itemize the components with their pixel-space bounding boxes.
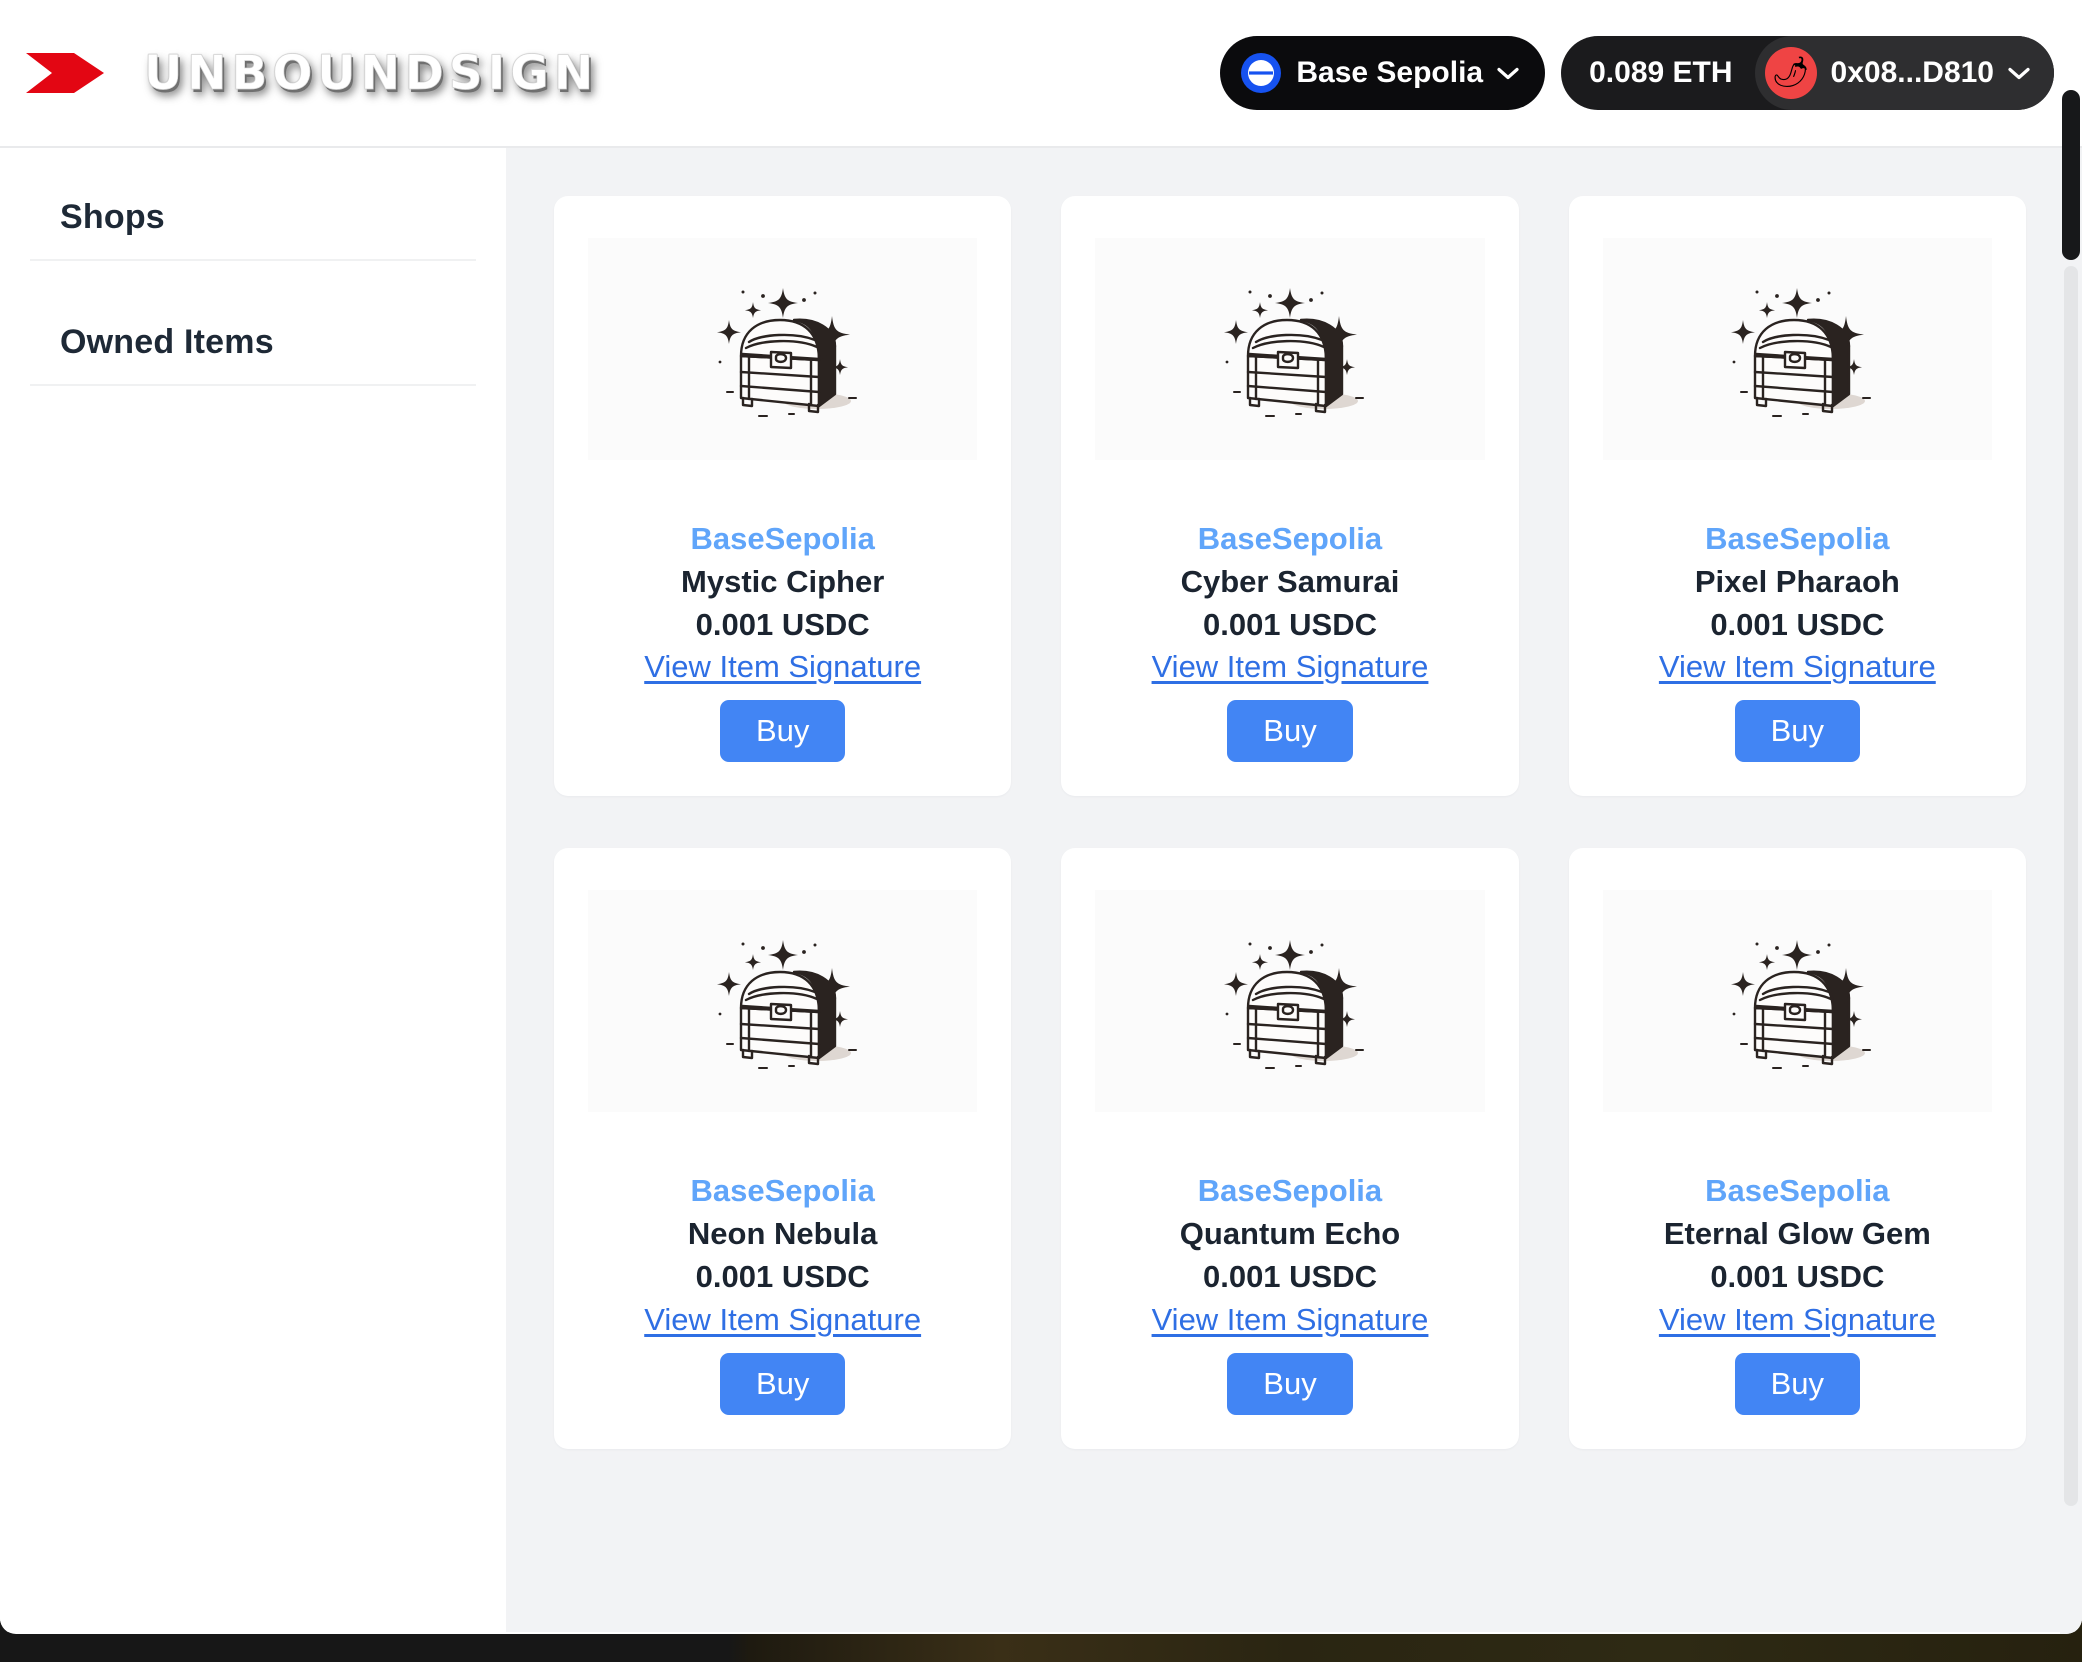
- buy-button[interactable]: Buy: [719, 1352, 846, 1415]
- item-price: 0.001 USDC: [1710, 606, 1885, 642]
- sidebar-item-shops[interactable]: Shops: [30, 176, 476, 261]
- treasure-chest-icon: [1731, 288, 1872, 417]
- item-name: Mystic Cipher: [681, 563, 885, 599]
- network-label: Base Sepolia: [1296, 56, 1484, 89]
- sidebar-item-owned-items[interactable]: Owned Items: [30, 301, 476, 386]
- item-price: 0.001 USDC: [1202, 606, 1377, 642]
- item-name: Cyber Samurai: [1180, 563, 1400, 599]
- chevron-down-icon: [1497, 67, 1519, 79]
- view-item-signature-link[interactable]: View Item Signature: [644, 1301, 921, 1339]
- item-thumbnail: [588, 890, 978, 1113]
- treasure-chest-icon: [716, 940, 857, 1070]
- treasure-chest-icon: [1731, 940, 1872, 1070]
- view-item-signature-link[interactable]: View Item Signature: [1659, 648, 1936, 686]
- buy-button[interactable]: Buy: [719, 700, 846, 763]
- item-name: Pixel Pharaoh: [1694, 563, 1900, 599]
- buy-button[interactable]: Buy: [1227, 1352, 1353, 1415]
- header-actions: Base Sepolia 0.089 ETH 🌶 0x08...D810: [1220, 36, 2054, 110]
- item-price: 0.001 USDC: [1202, 1258, 1377, 1294]
- content-area: BaseSepolia Mystic Cipher 0.001 USDC Vie…: [506, 148, 2082, 1632]
- item-card: BaseSepolia Cyber Samurai 0.001 USDC Vie…: [1061, 196, 1519, 797]
- item-thumbnail: [1095, 238, 1485, 460]
- brand-name: UNBOUNDSIGN: [144, 45, 599, 101]
- item-network-label: BaseSepolia: [1197, 1173, 1383, 1209]
- app-header: UNBOUNDSIGN Base Sepolia 0.089 ETH 🌶 0x0: [0, 0, 2082, 148]
- app-body: Shops Owned Items BaseSepolia Mystic Cip…: [0, 148, 2082, 1632]
- item-network-label: BaseSepolia: [1705, 1173, 1890, 1209]
- wallet-address-chip[interactable]: 🌶 0x08...D810: [1754, 36, 2054, 110]
- item-card: BaseSepolia Neon Nebula 0.001 USDC View …: [554, 848, 1012, 1449]
- item-price: 0.001 USDC: [1710, 1258, 1885, 1294]
- item-price: 0.001 USDC: [695, 606, 870, 642]
- item-name: Neon Nebula: [687, 1216, 878, 1252]
- scrollbar-track[interactable]: [2064, 266, 2078, 1506]
- view-item-signature-link[interactable]: View Item Signature: [1659, 1301, 1936, 1339]
- wallet-balance: 0.089 ETH: [1589, 56, 1733, 89]
- view-item-signature-link[interactable]: View Item Signature: [644, 648, 921, 686]
- item-thumbnail: [1602, 238, 1992, 460]
- buy-button[interactable]: Buy: [1734, 700, 1861, 763]
- treasure-chest-icon: [1223, 940, 1364, 1070]
- treasure-chest-icon: [716, 288, 857, 417]
- treasure-chest-icon: [1223, 288, 1364, 417]
- scrollbar-thumb[interactable]: [2062, 90, 2080, 260]
- item-grid: BaseSepolia Mystic Cipher 0.001 USDC Vie…: [554, 196, 2026, 1449]
- item-name: Eternal Glow Gem: [1663, 1216, 1931, 1252]
- item-thumbnail: [1602, 890, 1992, 1113]
- network-selector[interactable]: Base Sepolia: [1220, 36, 1546, 110]
- sidebar-item-label: Shops: [60, 198, 165, 236]
- item-card: BaseSepolia Pixel Pharaoh 0.001 USDC Vie…: [1568, 196, 2026, 797]
- item-network-label: BaseSepolia: [1705, 521, 1890, 556]
- item-card: BaseSepolia Mystic Cipher 0.001 USDC Vie…: [554, 196, 1012, 797]
- item-price: 0.001 USDC: [695, 1258, 870, 1294]
- chili-pepper-avatar: 🌶: [1764, 47, 1817, 99]
- item-network-label: BaseSepolia: [1197, 521, 1383, 556]
- item-card: BaseSepolia Quantum Echo 0.001 USDC View…: [1061, 848, 1519, 1449]
- browser-window: UNBOUNDSIGN Base Sepolia 0.089 ETH 🌶 0x0: [0, 0, 2082, 1634]
- item-network-label: BaseSepolia: [690, 521, 875, 556]
- buy-button[interactable]: Buy: [1734, 1352, 1861, 1415]
- brand-logo[interactable]: UNBOUNDSIGN: [22, 47, 598, 99]
- chevron-down-icon: [2008, 67, 2030, 79]
- wallet-address: 0x08...D810: [1830, 56, 1994, 89]
- sidebar-item-label: Owned Items: [60, 323, 274, 361]
- item-thumbnail: [1095, 890, 1485, 1113]
- view-item-signature-link[interactable]: View Item Signature: [1152, 1301, 1429, 1339]
- item-name: Quantum Echo: [1179, 1216, 1401, 1252]
- page-scrollbar[interactable]: [2060, 90, 2082, 1634]
- wallet-button[interactable]: 0.089 ETH 🌶 0x08...D810: [1561, 36, 2054, 110]
- buy-button[interactable]: Buy: [1227, 700, 1353, 763]
- item-network-label: BaseSepolia: [690, 1173, 875, 1209]
- item-thumbnail: [588, 238, 978, 460]
- sidebar: Shops Owned Items: [0, 148, 506, 1632]
- base-network-icon: [1241, 53, 1282, 93]
- red-arrow-chevron-icon: [26, 53, 104, 93]
- view-item-signature-link[interactable]: View Item Signature: [1152, 648, 1429, 686]
- item-card: BaseSepolia Eternal Glow Gem 0.001 USDC …: [1568, 848, 2026, 1449]
